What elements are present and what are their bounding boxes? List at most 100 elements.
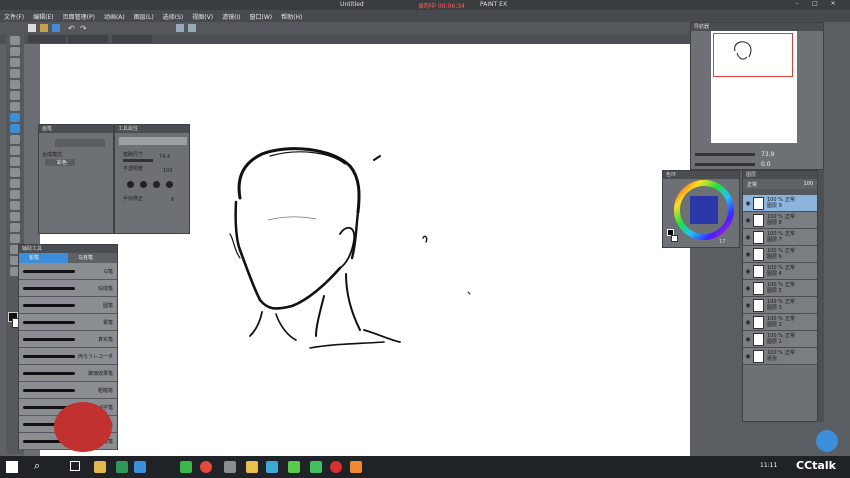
brush-item[interactable]: 晕笔 [19,314,117,331]
eye-icon[interactable]: ◉ [743,302,753,309]
layer-row[interactable]: ◉ 100 % 正常 图层 9 [743,195,817,212]
brush-item[interactable]: 勾线笔 [19,280,117,297]
canvas-tab[interactable] [68,35,108,43]
menu-item[interactable]: 选择(S) [163,12,184,21]
eye-icon[interactable]: ◉ [743,251,753,258]
brush-shape-presets[interactable] [127,181,181,191]
layer-blend-mode[interactable]: 正常 [747,181,757,188]
app-icon-wechat[interactable] [310,461,322,473]
fill-tool-icon[interactable] [10,179,20,188]
app-icon-video[interactable] [134,461,146,473]
sub-color-swatch[interactable] [671,235,678,242]
app-icon-store[interactable] [266,461,278,473]
menu-item[interactable]: 动画(A) [104,12,125,21]
app-icon-folder[interactable] [246,461,258,473]
maximize-button[interactable]: □ [808,0,822,10]
app-icon-chat[interactable] [116,461,128,473]
eraser-tool-icon[interactable] [10,157,20,166]
brush-item[interactable]: 粗糙笔 [19,382,117,399]
brush-item[interactable]: G笔 [19,263,117,280]
open-file-icon[interactable] [40,24,48,32]
move-tool-icon[interactable] [10,47,20,56]
zoom-tool-icon[interactable] [10,36,20,45]
menu-item[interactable]: 文件(F) [4,12,24,21]
layer-row[interactable]: ◉ 100 % 正常 图层 4 [743,263,817,280]
chat-bubble-icon[interactable] [816,430,838,452]
app-icon-netease[interactable] [330,461,342,473]
navigator-angle-slider[interactable] [695,163,755,166]
app-icon-clip-studio[interactable] [224,461,236,473]
pen-tool-icon[interactable] [10,113,20,122]
navigator-angle[interactable]: 0.0 [761,161,771,168]
menu-item[interactable]: 视图(V) [192,12,213,21]
move-layer-tool-icon[interactable] [10,69,20,78]
sub-tool-tab-marker[interactable]: 马克笔 [68,253,117,263]
eye-icon[interactable]: ◉ [743,336,753,343]
balloon-tool-icon[interactable] [10,234,20,243]
stabilizer-value[interactable]: 6 [171,197,174,203]
layer-row[interactable]: ◉ 100 % 正常 图层 8 [743,212,817,229]
color-mode-select[interactable]: 彩色 [45,159,75,166]
blend-tool-icon[interactable] [10,168,20,177]
text-tool-icon[interactable] [10,223,20,232]
layer-row[interactable]: ◉ 100 % 正常 纸张 [743,348,817,365]
menu-item[interactable]: 图层(L) [134,12,154,21]
app-icon-browser[interactable] [94,461,106,473]
operation-tool-icon[interactable] [10,58,20,67]
app-icon-chrome[interactable] [200,461,212,473]
layer-row[interactable]: ◉ 100 % 正常 图层 5 [743,280,817,297]
eye-icon[interactable]: ◉ [743,353,753,360]
new-file-icon[interactable] [28,24,36,32]
brush-item[interactable]: 圆笔 [19,297,117,314]
layer-row[interactable]: ◉ 100 % 正常 图层 7 [743,229,817,246]
eye-icon[interactable]: ◉ [743,200,753,207]
search-icon[interactable]: ⌕ [34,459,40,473]
close-button[interactable]: ✕ [826,0,840,10]
layer-row[interactable]: ◉ 100 % 正常 图层 6 [743,246,817,263]
transform-icon[interactable] [176,24,184,32]
menu-item[interactable]: 页面管理(P) [63,12,95,21]
eye-icon[interactable]: ◉ [743,319,753,326]
menu-item[interactable]: 窗口(W) [250,12,273,21]
eye-icon[interactable]: ◉ [743,285,753,292]
hue-ring[interactable] [673,179,735,241]
airbrush-tool-icon[interactable] [10,146,20,155]
pen-type-icons[interactable] [55,139,105,147]
menu-item[interactable]: 编辑(E) [33,12,53,21]
start-icon[interactable] [6,461,18,473]
navigator-preview[interactable] [711,31,797,143]
brush-item[interactable]: 丙ろうレコーダ [19,348,117,365]
canvas-tab[interactable] [112,35,152,43]
brush-size-value[interactable]: 74.4 [159,154,170,160]
eye-icon[interactable]: ◉ [743,217,753,224]
redo-icon[interactable]: ↷ [80,24,88,33]
eye-icon[interactable]: ◉ [743,234,753,241]
canvas-tab[interactable] [28,35,66,43]
sub-tool-tab-pencil[interactable]: 铅笔 [19,253,68,263]
layer-row[interactable]: ◉ 100 % 正常 图层 3 [743,297,817,314]
eyedropper-tool-icon[interactable] [10,102,20,111]
task-view-icon[interactable] [70,461,80,471]
auto-select-tool-icon[interactable] [10,91,20,100]
frame-tool-icon[interactable] [10,212,20,221]
brush-tool-icon[interactable] [10,135,20,144]
menu-item[interactable]: 帮助(H) [281,12,302,21]
brush-item[interactable]: 真实笔 [19,331,117,348]
opacity-value[interactable]: 100 [163,168,173,174]
drawing-canvas[interactable] [40,44,690,456]
app-icon-music[interactable] [180,461,192,473]
eye-icon[interactable]: ◉ [743,268,753,275]
navigator-zoom[interactable]: 73.9 [761,151,774,158]
snap-icon[interactable] [188,24,196,32]
gradient-tool-icon[interactable] [10,190,20,199]
app-icon-green[interactable] [288,461,300,473]
undo-icon[interactable]: ↶ [68,24,76,33]
navigator-zoom-slider[interactable] [695,153,755,156]
menu-item[interactable]: 滤镜(I) [222,12,240,21]
brush-item[interactable]: 玻璃效果笔 [19,365,117,382]
selection-tool-icon[interactable] [10,80,20,89]
figure-tool-icon[interactable] [10,201,20,210]
app-icon-cctalk[interactable] [350,461,362,473]
layer-row[interactable]: ◉ 100 % 正常 图层 2 [743,314,817,331]
save-icon[interactable] [52,24,60,32]
